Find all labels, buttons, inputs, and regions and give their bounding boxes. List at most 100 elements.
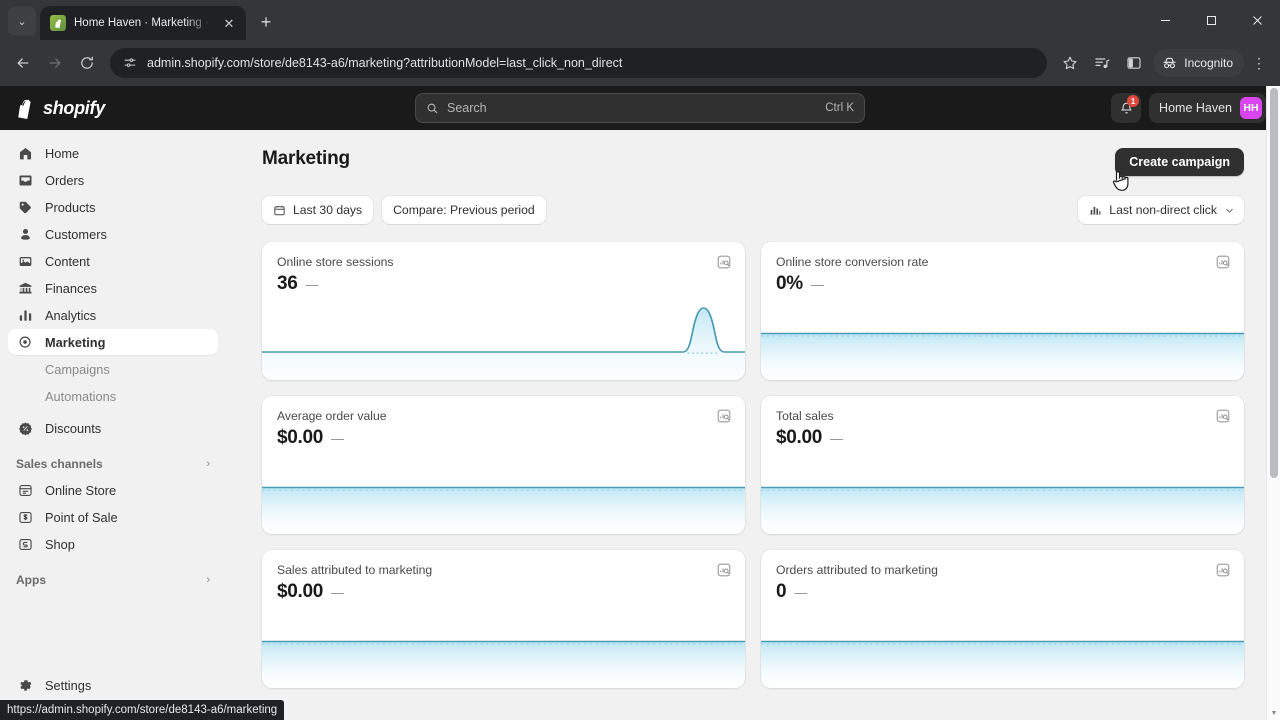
sidebar-item-label: Online Store: [45, 482, 117, 498]
sidebar-item-content[interactable]: Content: [8, 248, 218, 274]
tab-close-icon[interactable]: ✕: [220, 14, 238, 32]
chevron-right-icon[interactable]: ›: [206, 458, 210, 470]
sidebar-item-label: Analytics: [45, 307, 97, 323]
reload-button[interactable]: [72, 48, 102, 78]
sidebar-item-discounts[interactable]: Discounts: [8, 415, 218, 441]
marketing-target-icon: [16, 333, 34, 351]
topbar-right: 1 Home Haven HH: [1111, 93, 1266, 123]
sidebar-item-point-of-sale[interactable]: Point of Sale: [8, 504, 218, 530]
sidebar-item-label: Home: [45, 145, 80, 161]
sparkline-chart: [761, 290, 1244, 380]
sidebar-item-home[interactable]: Home: [8, 140, 218, 166]
shopify-favicon: [50, 15, 66, 31]
tab-search-chevron-icon[interactable]: ⌄: [8, 7, 36, 35]
sidebar-item-settings[interactable]: Settings: [8, 672, 218, 698]
online-store-icon: [16, 481, 34, 499]
compare-label: Compare: Previous period: [393, 203, 535, 217]
attribution-model-select[interactable]: Last non-direct click: [1078, 196, 1244, 224]
sidebar-section-apps[interactable]: Apps ›: [8, 567, 218, 593]
metric-card-online-store-conversion-rate[interactable]: Online store conversion rate 0% —: [761, 242, 1244, 380]
sidebar-item-orders[interactable]: Orders: [8, 167, 218, 193]
calendar-icon: [273, 204, 286, 217]
card-label: Sales attributed to marketing: [277, 563, 433, 577]
status-bar-link-preview: https://admin.shopify.com/store/de8143-a…: [0, 700, 285, 720]
metric-card-orders-attributed-to-marketing[interactable]: Orders attributed to marketing 0 —: [761, 550, 1244, 688]
address-bar[interactable]: admin.shopify.com/store/de8143-a6/market…: [110, 48, 1048, 78]
shopify-wordmark: shopify: [43, 97, 105, 118]
avatar: HH: [1240, 97, 1262, 119]
view-report-icon[interactable]: [716, 408, 732, 424]
split-view-icon[interactable]: [1119, 48, 1149, 78]
card-header: Online store sessions 36 —: [262, 242, 745, 295]
sidebar-item-products[interactable]: Products: [8, 194, 218, 220]
sidebar-item-label: Content: [45, 253, 90, 269]
sidebar-item-shop[interactable]: Shop: [8, 531, 218, 557]
metric-card-sales-attributed-to-marketing[interactable]: Sales attributed to marketing $0.00 —: [262, 550, 745, 688]
search-input[interactable]: Search Ctrl K: [415, 93, 865, 123]
forward-button[interactable]: [40, 48, 70, 78]
shopify-logo[interactable]: shopify: [14, 96, 226, 120]
sidebar-item-label: Marketing: [45, 334, 106, 350]
sidebar-item-campaigns[interactable]: Campaigns: [8, 356, 218, 382]
chevron-right-icon[interactable]: ›: [206, 574, 210, 586]
create-campaign-button[interactable]: Create campaign: [1115, 148, 1244, 176]
sparkline-chart: [262, 598, 745, 688]
scrollbar-thumb[interactable]: [1270, 88, 1278, 478]
browser-tab[interactable]: Home Haven · Marketing · Shop ✕: [40, 6, 246, 40]
window-controls: [1142, 0, 1280, 40]
incognito-label: Incognito: [1184, 56, 1233, 70]
sidebar-item-finances[interactable]: Finances: [8, 275, 218, 301]
orders-icon: [16, 171, 34, 189]
scrollbar-down-arrow-icon[interactable]: ▼: [1267, 706, 1280, 720]
view-report-icon[interactable]: [1215, 562, 1231, 578]
tune-icon[interactable]: [123, 56, 137, 70]
sidebar-section-sales-channels[interactable]: Sales channels ›: [8, 451, 218, 477]
sidebar-section-title: Apps: [16, 573, 46, 587]
sidebar-item-label: Discounts: [45, 420, 102, 436]
customers-person-icon: [16, 225, 34, 243]
sidebar-item-label: Products: [45, 199, 96, 215]
sidebar-item-analytics[interactable]: Analytics: [8, 302, 218, 328]
sidebar-item-label: Customers: [45, 226, 107, 242]
compare-filter[interactable]: Compare: Previous period: [382, 196, 546, 224]
shopify-topbar: shopify Search Ctrl K 1 Home Haven HH: [0, 86, 1280, 130]
window-minimize-button[interactable]: [1142, 0, 1188, 40]
sidebar-item-marketing[interactable]: Marketing: [8, 329, 218, 355]
card-label: Online store conversion rate: [776, 255, 929, 269]
window-close-button[interactable]: [1234, 0, 1280, 40]
window-maximize-button[interactable]: [1188, 0, 1234, 40]
shop-icon: [16, 535, 34, 553]
app-body: Home Orders Products Customers Content F…: [0, 130, 1280, 720]
home-icon: [16, 144, 34, 162]
view-report-icon[interactable]: [716, 562, 732, 578]
view-report-icon[interactable]: [716, 254, 732, 270]
sidebar-item-label: Settings: [45, 677, 92, 693]
incognito-icon: [1161, 55, 1178, 72]
new-tab-button[interactable]: +: [252, 8, 280, 36]
sparkline-chart: [761, 444, 1244, 534]
incognito-indicator[interactable]: Incognito: [1153, 49, 1244, 77]
star-icon[interactable]: [1055, 48, 1085, 78]
browser-menu-button[interactable]: ⋮: [1246, 48, 1272, 78]
date-range-filter[interactable]: Last 30 days: [262, 196, 374, 224]
search-icon: [426, 102, 439, 115]
notifications-button[interactable]: 1: [1111, 93, 1142, 123]
playlist-icon[interactable]: [1087, 48, 1117, 78]
sidebar-item-label: Finances: [45, 280, 97, 296]
sidebar-item-online-store[interactable]: Online Store: [8, 477, 218, 503]
page-title: Marketing: [262, 148, 350, 169]
sidebar-item-label: Orders: [45, 172, 85, 188]
metric-card-average-order-value[interactable]: Average order value $0.00 —: [262, 396, 745, 534]
sidebar-item-automations[interactable]: Automations: [8, 383, 218, 409]
chevron-down-icon[interactable]: [1224, 205, 1235, 216]
store-menu-button[interactable]: Home Haven HH: [1149, 93, 1266, 123]
analytics-bars-icon: [16, 306, 34, 324]
metric-card-total-sales[interactable]: Total sales $0.00 —: [761, 396, 1244, 534]
back-button[interactable]: [8, 48, 38, 78]
view-report-icon[interactable]: [1215, 254, 1231, 270]
attribution-model-label: Last non-direct click: [1109, 203, 1217, 217]
view-report-icon[interactable]: [1215, 408, 1231, 424]
sidebar-item-customers[interactable]: Customers: [8, 221, 218, 247]
page-scrollbar[interactable]: ▼: [1266, 86, 1280, 720]
metric-card-online-store-sessions[interactable]: Online store sessions 36 —: [262, 242, 745, 380]
